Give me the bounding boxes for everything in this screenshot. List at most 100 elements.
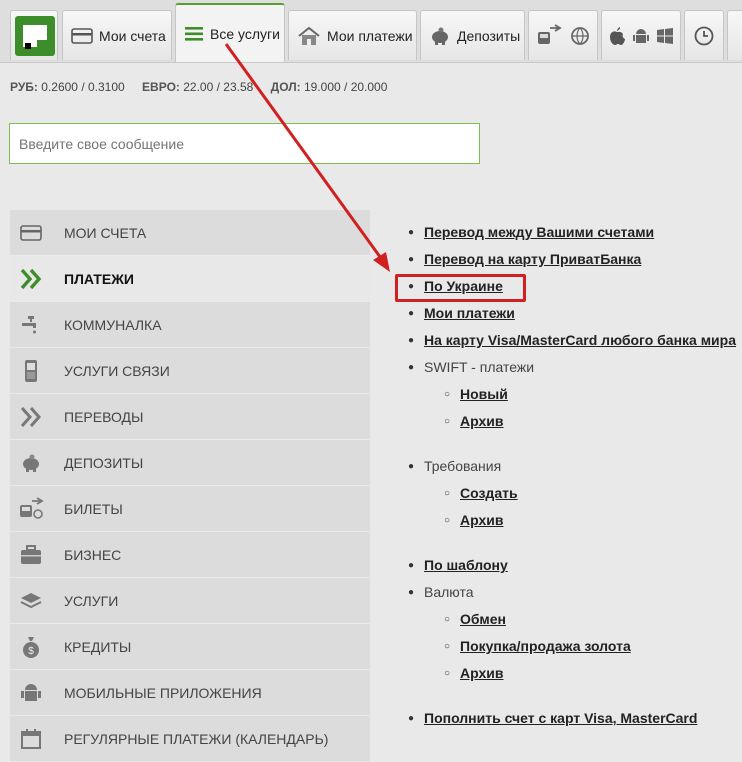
menu-item-transfers[interactable]: ПЕРЕВОДЫ: [10, 394, 370, 439]
tab-label: Все услуги: [210, 25, 280, 42]
card-icon: [20, 224, 42, 241]
double-chevron-icon: [20, 406, 42, 427]
tab-label: Мои платежи: [327, 27, 413, 44]
tab-mobile-platforms[interactable]: [601, 10, 681, 60]
card-icon: [71, 27, 93, 44]
tab-deposits[interactable]: Депозиты: [420, 10, 525, 60]
menu-item-label: УСЛУГИ: [64, 592, 119, 609]
menu-item-label: МОБИЛЬНЫЕ ПРИЛОЖЕНИЯ: [64, 684, 262, 701]
menu-item-label: УСЛУГИ СВЯЗИ: [64, 362, 170, 379]
menu-item-label: ДЕПОЗИТЫ: [64, 454, 144, 471]
bullet-icon: ●: [408, 254, 415, 265]
menu-item-deposits[interactable]: ДЕПОЗИТЫ: [10, 440, 370, 485]
link-cur-gold[interactable]: Покупка/продажа золота: [460, 638, 631, 654]
tab-my-accounts[interactable]: Мои счета: [62, 10, 172, 60]
bullet-icon: ●: [408, 713, 415, 724]
menu-item-label: ПЕРЕВОДЫ: [64, 408, 144, 425]
apps-icon: [21, 683, 41, 701]
side-menu: МОИ СЧЕТА ПЛАТЕЖИ КОММУНАЛКА УСЛУГИ СВЯЗ…: [10, 210, 370, 762]
link-transfer-privat[interactable]: Перевод на карту ПриватБанка: [424, 251, 641, 267]
bullet-hollow-icon: ○: [444, 614, 451, 625]
piggy-bank-icon: [432, 27, 448, 45]
exchange-rates: РУБ: 0.2600 / 0.3100 ЕВРО: 22.00 / 23.58…: [10, 80, 397, 94]
bullet-icon: ●: [408, 227, 415, 238]
bullet-hollow-icon: ○: [444, 668, 451, 679]
list-icon: [185, 26, 203, 41]
menu-item-label: КРЕДИТЫ: [64, 638, 132, 655]
menu-item-services[interactable]: УСЛУГИ: [10, 578, 370, 623]
bullet-icon: ●: [408, 362, 415, 373]
piggy-bank-icon: [23, 454, 39, 472]
globe-icon: [571, 26, 589, 45]
menu-item-label: РЕГУЛЯРНЫЕ ПЛАТЕЖИ (КАЛЕНДАРЬ): [64, 730, 329, 747]
label-requirements: Требования: [424, 458, 502, 474]
windows-icon: [657, 27, 673, 44]
menu-item-mobile-apps[interactable]: МОБИЛЬНЫЕ ПРИЛОЖЕНИЯ: [10, 670, 370, 715]
faucet-icon: [22, 315, 36, 333]
menu-item-label: БИЗНЕС: [64, 546, 122, 563]
link-my-payments[interactable]: Мои платежи: [424, 305, 515, 321]
briefcase-icon: [21, 544, 41, 564]
bullet-hollow-icon: ○: [444, 416, 451, 427]
menu-item-label: БИЛЕТЫ: [64, 500, 123, 517]
bullet-hollow-icon: ○: [444, 641, 451, 652]
tab-all-services[interactable]: Все услуги: [175, 3, 285, 62]
calendar-icon: [21, 728, 41, 749]
rate-eur-value: 22.00 / 23.58: [183, 80, 254, 94]
money-bag-icon: $: [23, 636, 39, 658]
svg-text:$: $: [28, 646, 34, 657]
home-icon: [298, 26, 320, 45]
tab-history[interactable]: [684, 10, 724, 60]
rate-usd-label: ДОЛ:: [270, 80, 301, 94]
phone-icon: [25, 359, 37, 382]
link-topup[interactable]: Пополнить счет с карт Visa, MasterCard: [424, 710, 697, 726]
bullet-hollow-icon: ○: [444, 389, 451, 400]
transport-icon: [538, 23, 562, 44]
link-by-template[interactable]: По шаблону: [424, 557, 508, 573]
ticket-icon: [20, 496, 44, 519]
link-swift-new[interactable]: Новый: [460, 386, 508, 402]
top-navigation: Мои счета Все услуги Мои платежи Депозит…: [0, 0, 742, 63]
menu-item-business[interactable]: БИЗНЕС: [10, 532, 370, 577]
menu-item-label: КОММУНАЛКА: [64, 316, 162, 333]
link-req-create[interactable]: Создать: [460, 485, 518, 501]
layers-icon: [20, 592, 42, 608]
link-visa-mc[interactable]: На карту Visa/MasterCard любого банка ми…: [424, 332, 736, 348]
android-icon: [633, 28, 649, 43]
clock-icon: [694, 26, 714, 45]
link-cur-exchange[interactable]: Обмен: [460, 611, 506, 627]
menu-item-my-accounts[interactable]: МОИ СЧЕТА: [10, 210, 370, 255]
menu-item-telecom[interactable]: УСЛУГИ СВЯЗИ: [10, 348, 370, 393]
menu-item-label: МОИ СЧЕТА: [64, 224, 147, 241]
menu-item-utilities[interactable]: КОММУНАЛКА: [10, 302, 370, 347]
link-req-archive[interactable]: Архив: [460, 512, 503, 528]
privatbank-logo-icon: [15, 15, 55, 56]
message-input[interactable]: [9, 123, 480, 164]
bullet-hollow-icon: ○: [444, 488, 451, 499]
bullet-hollow-icon: ○: [444, 515, 451, 526]
highlight-box: [395, 274, 526, 302]
menu-item-payments[interactable]: ПЛАТЕЖИ: [10, 256, 370, 301]
link-swift-archive[interactable]: Архив: [460, 413, 503, 429]
bullet-icon: ●: [408, 308, 415, 319]
label-swift: SWIFT - платежи: [424, 359, 535, 375]
tab-label: Мои счета: [99, 27, 166, 44]
bullet-icon: ●: [408, 560, 415, 571]
rate-eur-label: ЕВРО:: [142, 80, 180, 94]
link-cur-archive[interactable]: Архив: [460, 665, 503, 681]
privatbank-logo[interactable]: [10, 10, 58, 60]
menu-item-regular-payments[interactable]: РЕГУЛЯРНЫЕ ПЛАТЕЖИ (КАЛЕНДАРЬ): [10, 716, 370, 761]
tab-transport[interactable]: [528, 10, 598, 60]
bullet-icon: ●: [408, 335, 415, 346]
menu-item-credits[interactable]: $ КРЕДИТЫ: [10, 624, 370, 669]
rate-usd-value: 19.000 / 20.000: [304, 80, 388, 94]
rate-rub-label: РУБ:: [10, 80, 38, 94]
tab-more[interactable]: [727, 10, 742, 60]
tab-my-payments[interactable]: Мои платежи: [288, 10, 417, 60]
menu-item-tickets[interactable]: БИЛЕТЫ: [10, 486, 370, 531]
double-chevron-icon: [20, 268, 42, 289]
bullet-icon: ●: [408, 587, 415, 598]
link-transfer-between[interactable]: Перевод между Вашими счетами: [424, 224, 654, 240]
apple-icon: [610, 26, 625, 45]
bullet-icon: ●: [408, 461, 415, 472]
